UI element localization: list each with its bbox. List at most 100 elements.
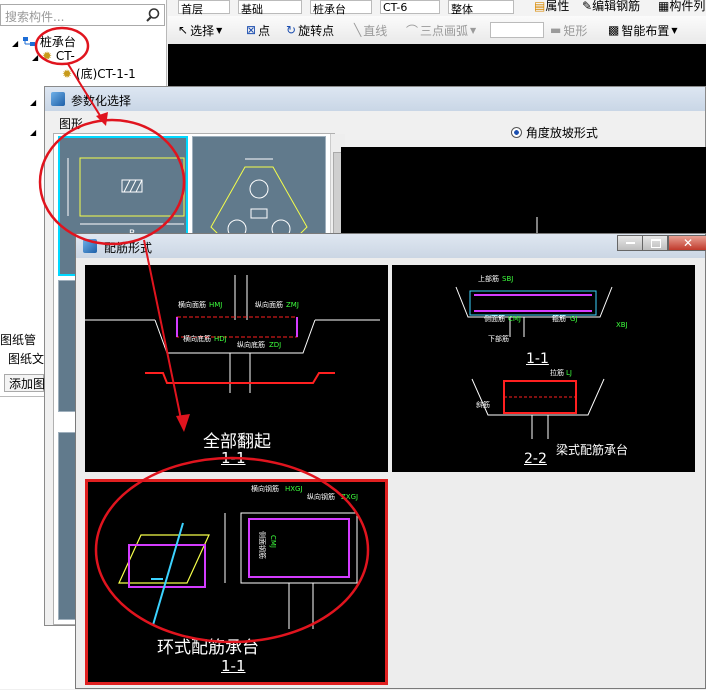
rotate-point-button[interactable]: ↻ 旋转点	[286, 21, 334, 39]
code-cmj: CMJ	[269, 535, 277, 548]
search-input[interactable]: 搜索构件...	[5, 8, 64, 25]
tree-item-label: 桩承台	[39, 35, 76, 49]
add-drawing-button[interactable]: 添加图	[4, 374, 45, 392]
scope-select[interactable]: 整体	[448, 0, 514, 16]
rebar-option-ring-type[interactable]: 横向钢筋 HXGJ 纵向钢筋 ZXGJ 侧面钢筋 CMJ 环式配筋承台 1-1	[85, 479, 388, 685]
option-label: 环式配筋承台	[157, 638, 259, 658]
collapse-icon[interactable]: ◢	[32, 53, 38, 62]
callout-longitudinal-top: 纵向面筋	[255, 300, 283, 309]
gallery-label: 图形	[59, 117, 84, 131]
callout-longitudinal-bottom: 纵向底筋	[237, 340, 265, 349]
callout-side-bar: 侧面筋	[484, 314, 505, 323]
maximize-button[interactable]	[642, 235, 668, 251]
floor-select[interactable]: 首层	[178, 0, 230, 16]
minimize-icon	[626, 242, 635, 244]
code-hxgj: HXGJ	[285, 485, 303, 493]
line-button[interactable]: ╲ 直线	[354, 21, 387, 39]
type-select[interactable]: 桩承台	[310, 0, 372, 16]
rebar-option-all-bent-up[interactable]: 横向面筋 HMJ 纵向面筋 ZMJ 横向底筋 HDJ 纵向底筋 ZDJ 全部翻起…	[85, 265, 388, 472]
callout-transverse-top: 横向面筋	[178, 300, 206, 309]
callout-transverse-bar: 横向钢筋	[251, 484, 279, 493]
gear-icon: ✹	[41, 49, 53, 63]
component-list-button[interactable]: ▦构件列	[658, 0, 705, 14]
callout-diagonal-bar: 斜筋	[476, 400, 490, 409]
draw-toolbar: ↖ 选择 ▼ ⊠ 点 ↻ 旋转点 ╲ 直线 ⌒ 三点画弧 ▼ ▬ 矩形 ▩ 智能布置 ▼	[168, 16, 706, 45]
rebar-form-dialog: 配筋形式 ✕ 横向面筋 HMJ 纵向面筋 ZMJ 横向底筋 HDJ 纵向底筋 Z…	[75, 233, 706, 689]
app-icon	[83, 239, 97, 253]
property-icon: ▤	[534, 0, 546, 13]
component-select[interactable]: CT-6	[380, 0, 440, 14]
property-button[interactable]: ▤属性	[534, 0, 569, 14]
callout-tie-bar: 拉筋	[550, 368, 564, 377]
callout-side-bar: 侧面钢筋	[258, 531, 267, 559]
section-label-1-1: 1-1	[526, 351, 549, 367]
point-icon: ⊠	[246, 23, 257, 37]
callout-stirrup: 箍筋	[552, 314, 566, 323]
callout-longitudinal-bar: 纵向钢筋	[307, 492, 335, 501]
smart-layout-icon: ▩	[608, 23, 620, 37]
select-button[interactable]: ↖ 选择 ▼	[178, 21, 222, 39]
code-cmj: CMJ	[508, 315, 521, 323]
code-hdj: HDJ	[214, 335, 227, 343]
tab-drawing-file[interactable]: 图纸文	[8, 350, 44, 367]
rebar-option-beam-type[interactable]: 上部筋 SBJ 侧面筋 CMJ 下部筋 箍筋 GJ XBJ 拉筋 LJ 斜筋 1…	[392, 265, 695, 472]
edit-rebar-icon: ✎	[582, 0, 593, 13]
code-sbj: SBJ	[502, 275, 513, 283]
section-label: 1-1	[221, 449, 246, 467]
beam-type-diagram: 上部筋 SBJ 侧面筋 CMJ 下部筋 箍筋 GJ XBJ 拉筋 LJ 斜筋	[455, 274, 628, 439]
collapse-icon[interactable]: ◢	[30, 128, 36, 137]
mode-select[interactable]	[490, 22, 544, 38]
arc-icon: ⌒	[406, 23, 419, 38]
edit-rebar-button[interactable]: ✎编辑钢筋	[582, 0, 640, 14]
cursor-icon: ↖	[178, 23, 189, 37]
maximize-icon	[651, 239, 661, 248]
line-icon: ╲	[354, 23, 362, 37]
callout-bottom-bar: 下部筋	[488, 334, 509, 343]
callout-top-bar: 上部筋	[478, 274, 499, 283]
code-zdj: ZDJ	[269, 341, 281, 349]
tree-item-label: CT-	[55, 49, 75, 63]
rectangle-icon: ▬	[550, 23, 562, 37]
gear-icon: ✹	[62, 67, 73, 81]
tree-item-pile-cap[interactable]: ◢ 桩承台	[12, 33, 76, 50]
section-label-2-2: 2-2	[524, 451, 547, 467]
smart-layout-button[interactable]: ▩ 智能布置 ▼	[608, 21, 678, 39]
arc-button[interactable]: ⌒ 三点画弧 ▼	[406, 21, 476, 39]
code-gj: GJ	[570, 315, 578, 323]
code-lj: LJ	[566, 369, 572, 377]
dialog-titlebar[interactable]: 配筋形式 ✕	[76, 234, 706, 258]
dialog-titlebar[interactable]: 参数化选择	[45, 87, 705, 111]
list-icon: ▦	[658, 0, 670, 13]
option-label: 梁式配筋承台	[556, 443, 629, 457]
close-button[interactable]: ✕	[668, 235, 706, 251]
chevron-down-icon: ▼	[470, 25, 477, 35]
tree-item-ct[interactable]: ◢ ✹ CT-	[32, 49, 75, 63]
component-type-icon	[22, 37, 35, 46]
panel-title-drawing-mgmt[interactable]: 图纸管	[0, 331, 36, 348]
dialog-title: 参数化选择	[71, 94, 132, 108]
chevron-down-icon: ▼	[671, 25, 678, 35]
rectangle-button[interactable]: ▬ 矩形	[550, 21, 587, 39]
dialog-title: 配筋形式	[104, 241, 153, 255]
minimize-button[interactable]	[617, 235, 643, 251]
tree-item-ct-1-1[interactable]: ✹ (底)CT-1-1	[62, 65, 136, 82]
search-icon[interactable]	[145, 7, 161, 23]
code-zxgj: ZXGJ	[341, 493, 358, 501]
code-hmj: HMJ	[209, 301, 222, 309]
section-label: 1-1	[221, 657, 246, 675]
rotate-icon: ↻	[286, 23, 297, 37]
tree-item-label: (底)CT-1-1	[75, 67, 136, 81]
code-xbj: XBJ	[616, 321, 628, 329]
property-toolbar: 首层 基础 桩承台 CT-6 整体 ▤属性 ✎编辑钢筋 ▦构件列	[168, 0, 706, 17]
search-box[interactable]: 搜索构件...	[0, 4, 165, 26]
close-icon: ✕	[683, 236, 694, 250]
slope-angle-radio[interactable]: 角度放坡形式	[511, 124, 598, 141]
callout-transverse-bottom: 横向底筋	[183, 334, 211, 343]
code-zmj: ZMJ	[286, 301, 299, 309]
radio-label: 角度放坡形式	[525, 126, 598, 140]
point-button[interactable]: ⊠ 点	[246, 21, 270, 39]
collapse-icon[interactable]: ◢	[30, 98, 36, 107]
chevron-down-icon: ▼	[216, 25, 223, 35]
category-select[interactable]: 基础	[238, 0, 302, 16]
collapse-icon[interactable]: ◢	[12, 39, 18, 48]
